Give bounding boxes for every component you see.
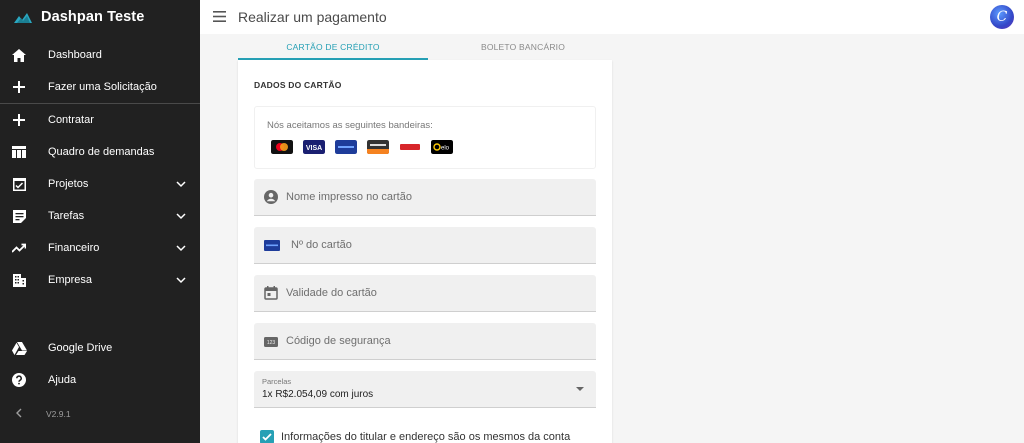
avatar-letter: C [996,9,1008,25]
brand-logo-icon [14,13,32,23]
sidebar-item-label: Google Drive [48,342,113,354]
chevron-down-icon [176,213,186,220]
chevron-down-icon [176,277,186,284]
drive-icon [11,340,27,356]
credit-card-icon [264,240,280,251]
sidebar-item-label: Financeiro [48,242,100,254]
elo-icon: elo [431,140,453,154]
discover-icon [367,140,389,154]
mastercard-icon [271,140,293,154]
chevron-down-icon [176,245,186,252]
plus-icon [11,79,27,95]
sidebar-item-label: Contratar [48,114,94,126]
sidebar-item-empresa[interactable]: Empresa [0,264,200,296]
brand-name: Dashpan Teste [41,9,145,25]
sidebar-item-financeiro[interactable]: Financeiro [0,232,200,264]
dropdown-arrow-icon [576,387,584,391]
svg-text:123: 123 [267,340,276,346]
chevron-down-icon [176,181,186,188]
installments-value: 1x R$2.054,09 com juros [262,389,374,400]
brand[interactable]: Dashpan Teste [0,0,200,34]
top-bar: Realizar um pagamento C [200,0,1024,34]
board-icon [11,144,27,160]
menu-icon[interactable] [213,11,226,22]
svg-text:elo: elo [441,146,450,152]
sidebar: Dashpan Teste Dashboard Fazer uma Solici… [0,0,200,443]
sidebar-item-contratar[interactable]: Contratar [0,104,200,136]
card-expiry-placeholder: Validade do cartão [286,287,377,299]
section-title: DADOS DO CARTÃO [254,80,342,90]
building-icon [11,272,27,288]
calendar-icon [264,286,278,300]
sidebar-item-quadro-demandas[interactable]: Quadro de demandas [0,136,200,168]
accepted-brands-label: Nós aceitamos as seguintes bandeiras: [267,120,433,131]
tab-boleto-bancario[interactable]: BOLETO BANCÁRIO [428,34,618,60]
sidebar-item-label: Ajuda [48,374,77,386]
account-circle-icon [264,190,278,204]
sidebar-item-label: Empresa [48,274,93,286]
security-code-placeholder: Código de segurança [286,335,391,347]
app-version: V2.9.1 [46,409,71,419]
sidebar-item-ajuda[interactable]: Ajuda [0,364,200,396]
amex-icon [335,140,357,154]
installments-select[interactable]: Parcelas 1x R$2.054,09 com juros [254,371,596,408]
payment-card: DADOS DO CARTÃO Nós aceitamos as seguint… [238,60,612,443]
accepted-brands-box: Nós aceitamos as seguintes bandeiras: VI… [254,106,596,169]
hipercard-icon [399,140,421,154]
plus-icon [11,112,27,128]
avatar[interactable]: C [990,5,1014,29]
trending-up-icon [11,240,27,256]
same-info-checkbox-row[interactable]: Informações do titular e endereço são os… [260,430,570,443]
card-number-placeholder: Nº do cartão [291,239,352,251]
card-expiry-field[interactable]: Validade do cartão [254,275,596,312]
sidebar-item-tarefas[interactable]: Tarefas [0,200,200,232]
sidebar-item-dashboard[interactable]: Dashboard [0,39,200,71]
page-title: Realizar um pagamento [238,9,387,25]
sidebar-item-fazer-solicitacao[interactable]: Fazer uma Solicitação [0,71,200,103]
sidebar-item-label: Quadro de demandas [48,146,155,158]
sidebar-item-label: Tarefas [48,210,85,222]
installments-label: Parcelas [262,377,292,386]
tab-cartao-credito[interactable]: CARTÃO DE CRÉDITO [238,34,428,60]
chevron-left-icon[interactable] [14,407,24,419]
sidebar-item-label: Projetos [48,178,89,190]
sidebar-item-label: Dashboard [48,49,102,61]
cardholder-name-placeholder: Nome impresso no cartão [286,191,412,203]
note-icon [11,208,27,224]
checkbox-icon [11,176,27,192]
security-code-field[interactable]: 123 Código de segurança [254,323,596,360]
visa-icon: VISA [303,140,325,154]
sidebar-item-label: Fazer uma Solicitação [48,81,157,93]
check-icon [262,433,272,441]
home-icon [11,47,27,63]
sidebar-item-google-drive[interactable]: Google Drive [0,332,200,364]
card-number-field[interactable]: Nº do cartão [254,227,596,264]
pin-icon: 123 [264,337,278,347]
svg-text:VISA: VISA [306,145,322,152]
same-info-checkbox[interactable] [260,430,274,443]
sidebar-item-projetos[interactable]: Projetos [0,168,200,200]
cardholder-name-field[interactable]: Nome impresso no cartão [254,179,596,216]
help-icon [11,372,27,388]
same-info-checkbox-label: Informações do titular e endereço são os… [281,431,571,443]
